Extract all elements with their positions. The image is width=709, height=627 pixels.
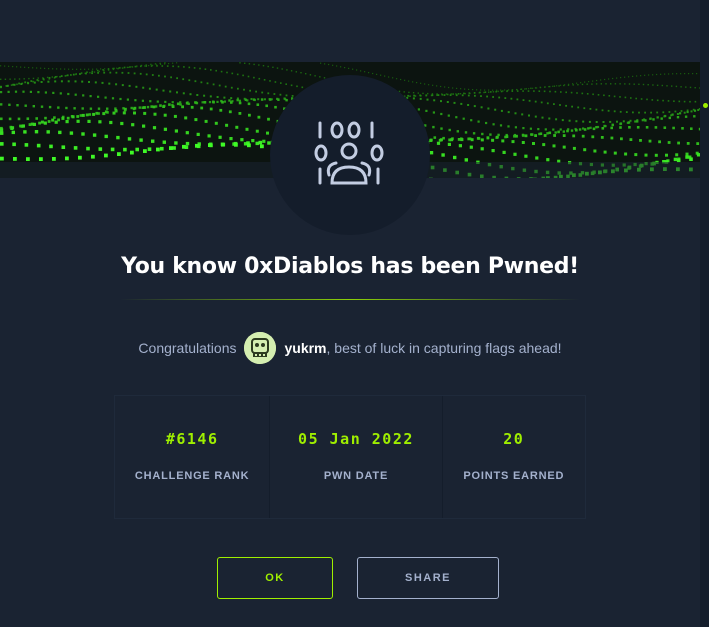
congratulations-message: Congratulations yukrm , best of luck in … [0, 331, 700, 365]
pwned-modal: You know 0xDiablos has been Pwned! Congr… [0, 0, 700, 627]
scrollbar-thumb[interactable] [703, 103, 708, 108]
ok-button[interactable]: OK [217, 557, 333, 599]
stat-pwn-date: 05 Jan 2022 PWN DATE [270, 396, 443, 518]
username-link[interactable]: yukrm [284, 340, 326, 356]
challenge-rank-value: #6146 [165, 430, 219, 448]
user-avatar[interactable] [244, 332, 277, 364]
share-button[interactable]: SHARE [357, 557, 499, 599]
scrollbar[interactable] [700, 0, 709, 627]
points-earned-value: 20 [503, 430, 525, 448]
challenge-avatar [270, 75, 430, 235]
robot-face-icon [244, 332, 277, 364]
congrats-suffix: , best of luck in capturing flags ahead! [326, 340, 562, 356]
title-divider [120, 299, 580, 300]
page-title: You know 0xDiablos has been Pwned! [121, 254, 579, 279]
binary-users-icon [314, 121, 384, 185]
points-earned-label: POINTS EARNED [463, 470, 565, 482]
challenge-rank-label: CHALLENGE RANK [134, 470, 250, 482]
stat-points-earned: 20 POINTS EARNED [442, 396, 585, 518]
stats-panel: #6146 CHALLENGE RANK 05 Jan 2022 PWN DAT… [114, 395, 586, 519]
stat-challenge-rank: #6146 CHALLENGE RANK [115, 396, 271, 518]
pwn-date-value: 05 Jan 2022 [298, 430, 414, 448]
congrats-prefix: Congratulations [138, 340, 237, 356]
pwn-date-label: PWN DATE [323, 470, 389, 482]
